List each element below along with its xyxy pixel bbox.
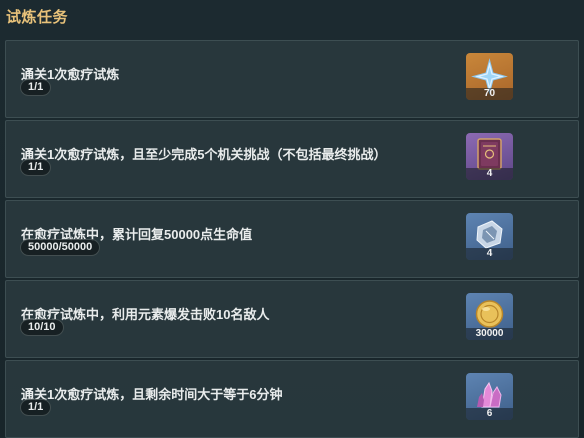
task-progress: 1/1 — [20, 159, 52, 176]
reward-item[interactable]: 4 — [466, 133, 513, 180]
reward-count: 4 — [466, 168, 513, 180]
reward-count: 70 — [466, 88, 513, 100]
task-progress: 50000/50000 — [20, 239, 101, 256]
reward-item[interactable]: 6 — [466, 373, 513, 420]
task-card-5: 通关1次愈疗试炼，且剩余时间大于等于6分钟 1/1 6 — [5, 360, 579, 438]
reward-count: 30000 — [466, 328, 513, 340]
task-progress: 10/10 — [20, 319, 64, 336]
header: 试炼任务 — [0, 0, 584, 36]
reward-item[interactable]: 4 — [466, 213, 513, 260]
task-progress: 1/1 — [20, 79, 52, 96]
task-card-3: 在愈疗试炼中，累计回复50000点生命值 50000/50000 4 — [5, 200, 579, 278]
task-title: 通关1次愈疗试炼，且至少完成5个机关挑战（不包括最终挑战） — [21, 147, 387, 162]
task-card-4: 在愈疗试炼中，利用元素爆发击败10名敌人 10/10 30000 — [5, 280, 579, 358]
reward-item[interactable]: 30000 — [466, 293, 513, 340]
task-title: 通关1次愈疗试炼，且剩余时间大于等于6分钟 — [21, 387, 283, 402]
page-title: 试炼任务 — [6, 9, 69, 26]
reward-count: 6 — [466, 408, 513, 420]
task-progress: 1/1 — [20, 399, 52, 416]
task-card-2: 通关1次愈疗试炼，且至少完成5个机关挑战（不包括最终挑战） 1/1 4 — [5, 120, 579, 198]
reward-item[interactable]: 70 — [466, 53, 513, 100]
task-card-1: 通关1次愈疗试炼 1/1 70 — [5, 40, 579, 118]
reward-count: 4 — [466, 248, 513, 260]
